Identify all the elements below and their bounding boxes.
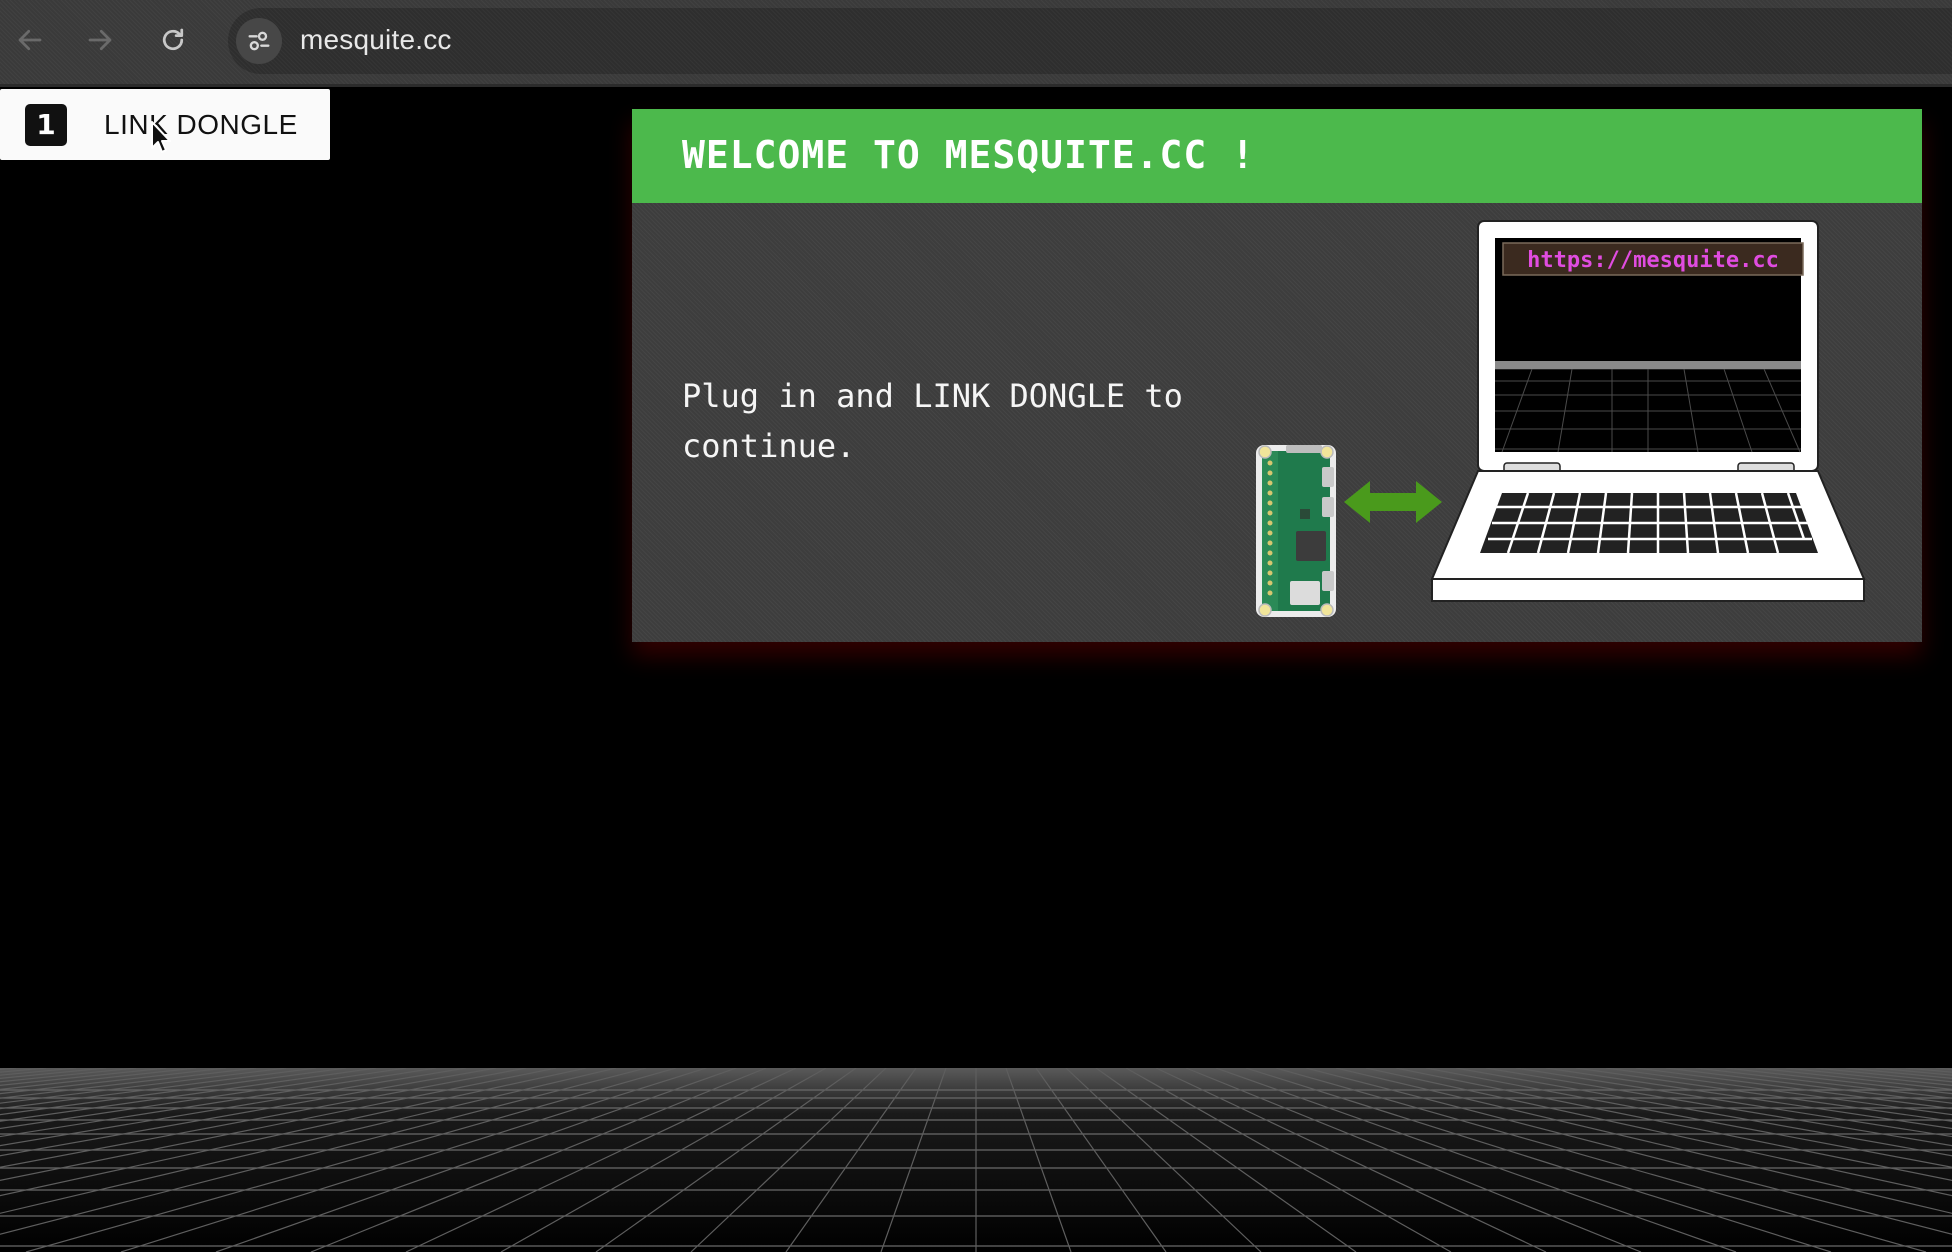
- reload-icon: [162, 28, 184, 51]
- reload-button[interactable]: [151, 18, 195, 62]
- perspective-floor-grid: [0, 1068, 1952, 1252]
- forward-button[interactable]: [78, 18, 122, 62]
- panel-title: WELCOME TO MESQUITE.CC !: [682, 133, 1256, 177]
- link-dongle-label: LINK DONGLE: [104, 108, 298, 140]
- welcome-panel: WELCOME TO MESQUITE.CC ! Plug in and LIN…: [632, 109, 1922, 642]
- laptop-url-text: https://mesquite.cc: [1527, 248, 1779, 273]
- panel-message: Plug in and LINK DONGLE to continue.: [682, 377, 1183, 465]
- back-button[interactable]: [8, 18, 52, 62]
- double-arrow-icon: [1344, 481, 1442, 523]
- panel-header: WELCOME TO MESQUITE.CC !: [632, 109, 1922, 203]
- mouse-cursor-icon: [151, 121, 171, 153]
- step-number-badge: 1: [25, 103, 67, 146]
- tune-icon: [248, 31, 270, 51]
- dongle-laptop-illustration: https://mesquite.cc: [1252, 219, 1892, 639]
- site-info-button[interactable]: [236, 18, 282, 64]
- address-bar[interactable]: mesquite.cc: [228, 8, 1952, 74]
- laptop-icon: https://mesquite.cc: [1430, 220, 1866, 602]
- url-text[interactable]: mesquite.cc: [300, 24, 452, 56]
- browser-toolbar: mesquite.cc: [0, 0, 1952, 87]
- arrow-left-icon: [18, 29, 42, 51]
- pi-zero-dongle-icon: [1256, 445, 1336, 617]
- arrow-right-icon: [88, 29, 112, 51]
